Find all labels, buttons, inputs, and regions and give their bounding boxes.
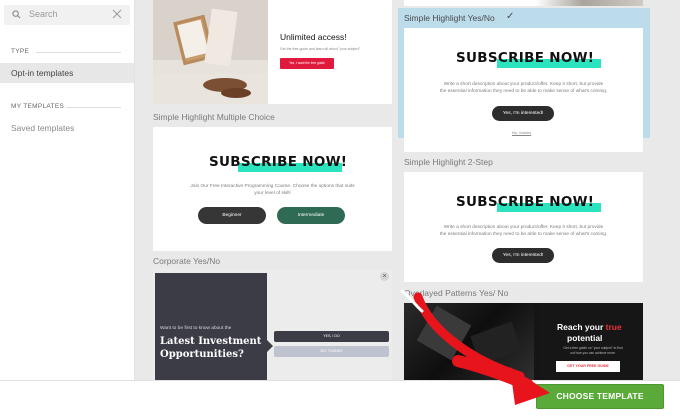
template-headline: Unlimited access!	[280, 32, 347, 42]
template-cta-button: Yes, I want the free guide	[280, 58, 334, 69]
clear-icon[interactable]	[112, 9, 122, 19]
template-label: Corporate Yes/No	[153, 256, 221, 266]
template-label: Simple Highlight Multiple Choice	[153, 112, 275, 122]
corporate-yes-button: YES, I DO	[274, 331, 389, 342]
overlay-panel: Reach your true potential Get a free gui…	[539, 303, 643, 380]
sidebar-item-optin-templates[interactable]: Opt-in templates	[0, 63, 134, 83]
template-preview-simple-yesno: SUBSCRIBE NOW! Write a short description…	[404, 28, 643, 152]
template-card-unlimited[interactable]: Unlimited access! Get the free guide and…	[153, 0, 392, 104]
pattern-photo	[404, 303, 534, 380]
sidebar-item-saved-templates[interactable]: Saved templates	[0, 118, 134, 138]
template-card-corporate[interactable]: Want to be first to know about the Lates…	[153, 269, 392, 380]
option-beginner: Beginner	[198, 207, 266, 224]
template-label: Overlayed Patterns Yes/ No	[404, 288, 509, 298]
panel-pointer	[267, 340, 273, 352]
template-card-overlayed[interactable]: Reach your true potential Get a free gui…	[404, 303, 643, 380]
template-label: Simple Highlight Yes/No	[404, 13, 495, 23]
template-title: SUBSCRIBE NOW!	[456, 50, 595, 66]
template-picker: Search TYPE Opt-in templates MY TEMPLATE…	[0, 0, 680, 418]
template-description: Join Our Free Interactive Programming Co…	[190, 184, 355, 196]
overlay-cta-button: GET YOUR FREE GUIDE	[556, 361, 620, 372]
overlay-subtext: Get a free guide on "your subject" to fi…	[563, 346, 623, 355]
my-templates-heading: MY TEMPLATES	[11, 103, 65, 110]
overlay-headline: Reach your true	[557, 322, 622, 332]
divider	[36, 52, 121, 53]
option-intermediate: Intermediate	[277, 207, 345, 224]
sidebar: Search TYPE Opt-in templates MY TEMPLATE…	[0, 0, 135, 380]
photo-frame	[153, 0, 268, 104]
corporate-headline-1: Latest Investment	[160, 336, 262, 347]
template-grid: Unlimited access! Get the free guide and…	[135, 0, 680, 380]
corporate-dark-panel: Want to be first to know about the Lates…	[155, 273, 267, 380]
type-heading: TYPE	[11, 48, 30, 55]
choose-template-button[interactable]: CHOOSE TEMPLATE	[536, 384, 664, 409]
template-cta-button: Yes, I'm interested!	[492, 106, 554, 121]
search-box[interactable]: Search	[4, 5, 130, 25]
close-icon: ×	[380, 272, 389, 281]
template-card-simple-multiple-choice[interactable]: SUBSCRIBE NOW! Join Our Free Interactive…	[153, 127, 392, 251]
overlay-headline-2: potential	[567, 333, 603, 343]
template-no-link: No, thanks	[512, 130, 532, 135]
template-card-simple-2step[interactable]: SUBSCRIBE NOW! Write a short description…	[404, 172, 643, 282]
template-label: Simple Highlight 2-Step	[404, 157, 493, 167]
template-cta-button: Yes, I'm interested!	[492, 248, 554, 263]
template-description: Write a short description about your pro…	[439, 225, 608, 237]
divider	[66, 107, 121, 108]
checkmark-icon: ✓	[506, 11, 515, 22]
template-card-cropped[interactable]	[404, 0, 643, 6]
corporate-headline-2: Opportunities?	[160, 349, 244, 360]
template-subtext: Get the free guide and learn all about "…	[280, 47, 361, 51]
corporate-no-button: NO, THANKS	[274, 346, 389, 357]
template-title: SUBSCRIBE NOW!	[456, 194, 595, 210]
search-icon	[12, 10, 21, 19]
template-description: Write a short description about your pro…	[439, 82, 608, 94]
template-title: SUBSCRIBE NOW!	[209, 154, 348, 170]
search-input[interactable]: Search	[29, 9, 58, 19]
corporate-kicker: Want to be first to know about the	[160, 326, 232, 331]
